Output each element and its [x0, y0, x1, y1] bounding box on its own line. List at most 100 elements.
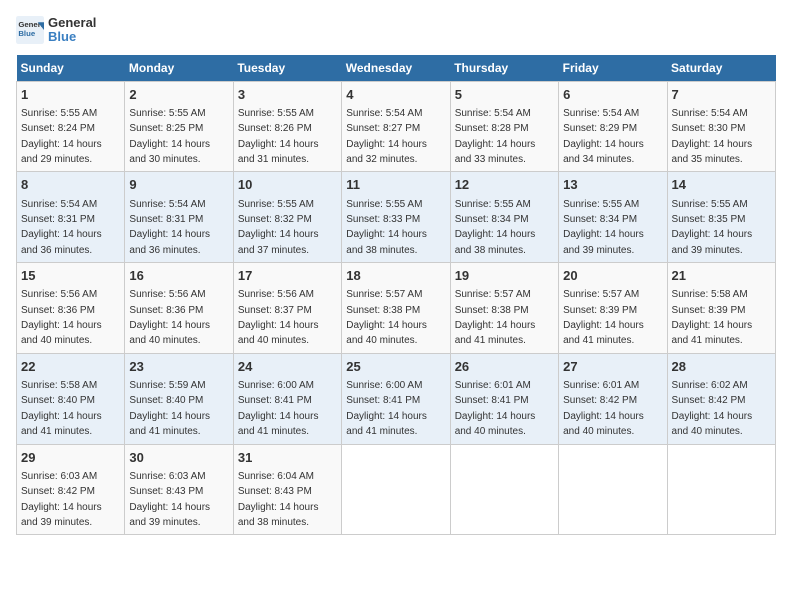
day-number: 7	[672, 86, 771, 104]
calendar-cell: 5 Sunrise: 5:54 AMSunset: 8:28 PMDayligh…	[450, 81, 558, 172]
calendar-cell: 7 Sunrise: 5:54 AMSunset: 8:30 PMDayligh…	[667, 81, 775, 172]
empty-cell	[559, 444, 667, 535]
calendar-week-row: 1 Sunrise: 5:55 AMSunset: 8:24 PMDayligh…	[17, 81, 776, 172]
day-info: Sunrise: 5:58 AMSunset: 8:40 PMDaylight:…	[21, 380, 102, 437]
calendar-header-row: SundayMondayTuesdayWednesdayThursdayFrid…	[17, 55, 776, 82]
day-number: 14	[672, 176, 771, 194]
day-number: 24	[238, 358, 337, 376]
day-info: Sunrise: 5:57 AMSunset: 8:39 PMDaylight:…	[563, 289, 644, 346]
calendar-cell: 26 Sunrise: 6:01 AMSunset: 8:41 PMDaylig…	[450, 353, 558, 444]
day-number: 16	[129, 267, 228, 285]
column-header-tuesday: Tuesday	[233, 55, 341, 82]
day-number: 6	[563, 86, 662, 104]
page-header: General Blue GeneralBlue	[16, 16, 776, 45]
day-info: Sunrise: 6:03 AMSunset: 8:43 PMDaylight:…	[129, 471, 210, 528]
empty-cell	[342, 444, 450, 535]
day-info: Sunrise: 5:55 AMSunset: 8:25 PMDaylight:…	[129, 108, 210, 165]
calendar-cell: 13 Sunrise: 5:55 AMSunset: 8:34 PMDaylig…	[559, 172, 667, 263]
day-info: Sunrise: 6:00 AMSunset: 8:41 PMDaylight:…	[238, 380, 319, 437]
day-number: 12	[455, 176, 554, 194]
day-info: Sunrise: 5:56 AMSunset: 8:36 PMDaylight:…	[129, 289, 210, 346]
day-number: 17	[238, 267, 337, 285]
calendar-cell: 25 Sunrise: 6:00 AMSunset: 8:41 PMDaylig…	[342, 353, 450, 444]
day-number: 26	[455, 358, 554, 376]
day-number: 25	[346, 358, 445, 376]
column-header-thursday: Thursday	[450, 55, 558, 82]
day-number: 15	[21, 267, 120, 285]
day-number: 22	[21, 358, 120, 376]
day-info: Sunrise: 5:55 AMSunset: 8:35 PMDaylight:…	[672, 199, 753, 256]
day-info: Sunrise: 5:54 AMSunset: 8:28 PMDaylight:…	[455, 108, 536, 165]
calendar-table: SundayMondayTuesdayWednesdayThursdayFrid…	[16, 55, 776, 536]
day-info: Sunrise: 5:54 AMSunset: 8:27 PMDaylight:…	[346, 108, 427, 165]
calendar-cell: 2 Sunrise: 5:55 AMSunset: 8:25 PMDayligh…	[125, 81, 233, 172]
day-number: 21	[672, 267, 771, 285]
calendar-cell: 9 Sunrise: 5:54 AMSunset: 8:31 PMDayligh…	[125, 172, 233, 263]
day-number: 29	[21, 449, 120, 467]
calendar-cell: 8 Sunrise: 5:54 AMSunset: 8:31 PMDayligh…	[17, 172, 125, 263]
day-info: Sunrise: 5:55 AMSunset: 8:34 PMDaylight:…	[563, 199, 644, 256]
column-header-monday: Monday	[125, 55, 233, 82]
day-number: 20	[563, 267, 662, 285]
logo: General Blue GeneralBlue	[16, 16, 96, 45]
calendar-cell: 23 Sunrise: 5:59 AMSunset: 8:40 PMDaylig…	[125, 353, 233, 444]
logo-text: GeneralBlue	[48, 16, 96, 45]
day-info: Sunrise: 6:01 AMSunset: 8:42 PMDaylight:…	[563, 380, 644, 437]
day-info: Sunrise: 5:57 AMSunset: 8:38 PMDaylight:…	[455, 289, 536, 346]
calendar-cell: 6 Sunrise: 5:54 AMSunset: 8:29 PMDayligh…	[559, 81, 667, 172]
day-number: 5	[455, 86, 554, 104]
day-info: Sunrise: 5:56 AMSunset: 8:37 PMDaylight:…	[238, 289, 319, 346]
calendar-cell: 28 Sunrise: 6:02 AMSunset: 8:42 PMDaylig…	[667, 353, 775, 444]
calendar-cell: 19 Sunrise: 5:57 AMSunset: 8:38 PMDaylig…	[450, 263, 558, 354]
column-header-wednesday: Wednesday	[342, 55, 450, 82]
calendar-week-row: 22 Sunrise: 5:58 AMSunset: 8:40 PMDaylig…	[17, 353, 776, 444]
calendar-week-row: 15 Sunrise: 5:56 AMSunset: 8:36 PMDaylig…	[17, 263, 776, 354]
day-number: 10	[238, 176, 337, 194]
calendar-cell: 15 Sunrise: 5:56 AMSunset: 8:36 PMDaylig…	[17, 263, 125, 354]
day-info: Sunrise: 6:01 AMSunset: 8:41 PMDaylight:…	[455, 380, 536, 437]
calendar-cell: 27 Sunrise: 6:01 AMSunset: 8:42 PMDaylig…	[559, 353, 667, 444]
day-info: Sunrise: 5:54 AMSunset: 8:31 PMDaylight:…	[129, 199, 210, 256]
day-number: 31	[238, 449, 337, 467]
calendar-cell: 21 Sunrise: 5:58 AMSunset: 8:39 PMDaylig…	[667, 263, 775, 354]
day-info: Sunrise: 6:02 AMSunset: 8:42 PMDaylight:…	[672, 380, 753, 437]
day-info: Sunrise: 5:55 AMSunset: 8:24 PMDaylight:…	[21, 108, 102, 165]
day-number: 1	[21, 86, 120, 104]
day-number: 27	[563, 358, 662, 376]
svg-text:Blue: Blue	[18, 30, 36, 39]
day-number: 2	[129, 86, 228, 104]
calendar-cell: 4 Sunrise: 5:54 AMSunset: 8:27 PMDayligh…	[342, 81, 450, 172]
day-info: Sunrise: 5:58 AMSunset: 8:39 PMDaylight:…	[672, 289, 753, 346]
calendar-cell: 1 Sunrise: 5:55 AMSunset: 8:24 PMDayligh…	[17, 81, 125, 172]
day-number: 13	[563, 176, 662, 194]
calendar-week-row: 8 Sunrise: 5:54 AMSunset: 8:31 PMDayligh…	[17, 172, 776, 263]
calendar-cell: 10 Sunrise: 5:55 AMSunset: 8:32 PMDaylig…	[233, 172, 341, 263]
calendar-cell: 20 Sunrise: 5:57 AMSunset: 8:39 PMDaylig…	[559, 263, 667, 354]
day-info: Sunrise: 5:56 AMSunset: 8:36 PMDaylight:…	[21, 289, 102, 346]
day-number: 11	[346, 176, 445, 194]
day-info: Sunrise: 5:54 AMSunset: 8:31 PMDaylight:…	[21, 199, 102, 256]
day-info: Sunrise: 5:59 AMSunset: 8:40 PMDaylight:…	[129, 380, 210, 437]
empty-cell	[450, 444, 558, 535]
day-info: Sunrise: 5:54 AMSunset: 8:29 PMDaylight:…	[563, 108, 644, 165]
day-number: 9	[129, 176, 228, 194]
day-info: Sunrise: 5:55 AMSunset: 8:26 PMDaylight:…	[238, 108, 319, 165]
day-number: 4	[346, 86, 445, 104]
day-number: 19	[455, 267, 554, 285]
day-number: 30	[129, 449, 228, 467]
calendar-cell: 12 Sunrise: 5:55 AMSunset: 8:34 PMDaylig…	[450, 172, 558, 263]
day-info: Sunrise: 5:55 AMSunset: 8:34 PMDaylight:…	[455, 199, 536, 256]
calendar-cell: 17 Sunrise: 5:56 AMSunset: 8:37 PMDaylig…	[233, 263, 341, 354]
day-info: Sunrise: 6:00 AMSunset: 8:41 PMDaylight:…	[346, 380, 427, 437]
day-number: 28	[672, 358, 771, 376]
column-header-friday: Friday	[559, 55, 667, 82]
empty-cell	[667, 444, 775, 535]
calendar-cell: 14 Sunrise: 5:55 AMSunset: 8:35 PMDaylig…	[667, 172, 775, 263]
day-info: Sunrise: 5:54 AMSunset: 8:30 PMDaylight:…	[672, 108, 753, 165]
day-info: Sunrise: 6:04 AMSunset: 8:43 PMDaylight:…	[238, 471, 319, 528]
calendar-cell: 30 Sunrise: 6:03 AMSunset: 8:43 PMDaylig…	[125, 444, 233, 535]
day-number: 3	[238, 86, 337, 104]
calendar-week-row: 29 Sunrise: 6:03 AMSunset: 8:42 PMDaylig…	[17, 444, 776, 535]
day-info: Sunrise: 5:55 AMSunset: 8:32 PMDaylight:…	[238, 199, 319, 256]
calendar-cell: 3 Sunrise: 5:55 AMSunset: 8:26 PMDayligh…	[233, 81, 341, 172]
